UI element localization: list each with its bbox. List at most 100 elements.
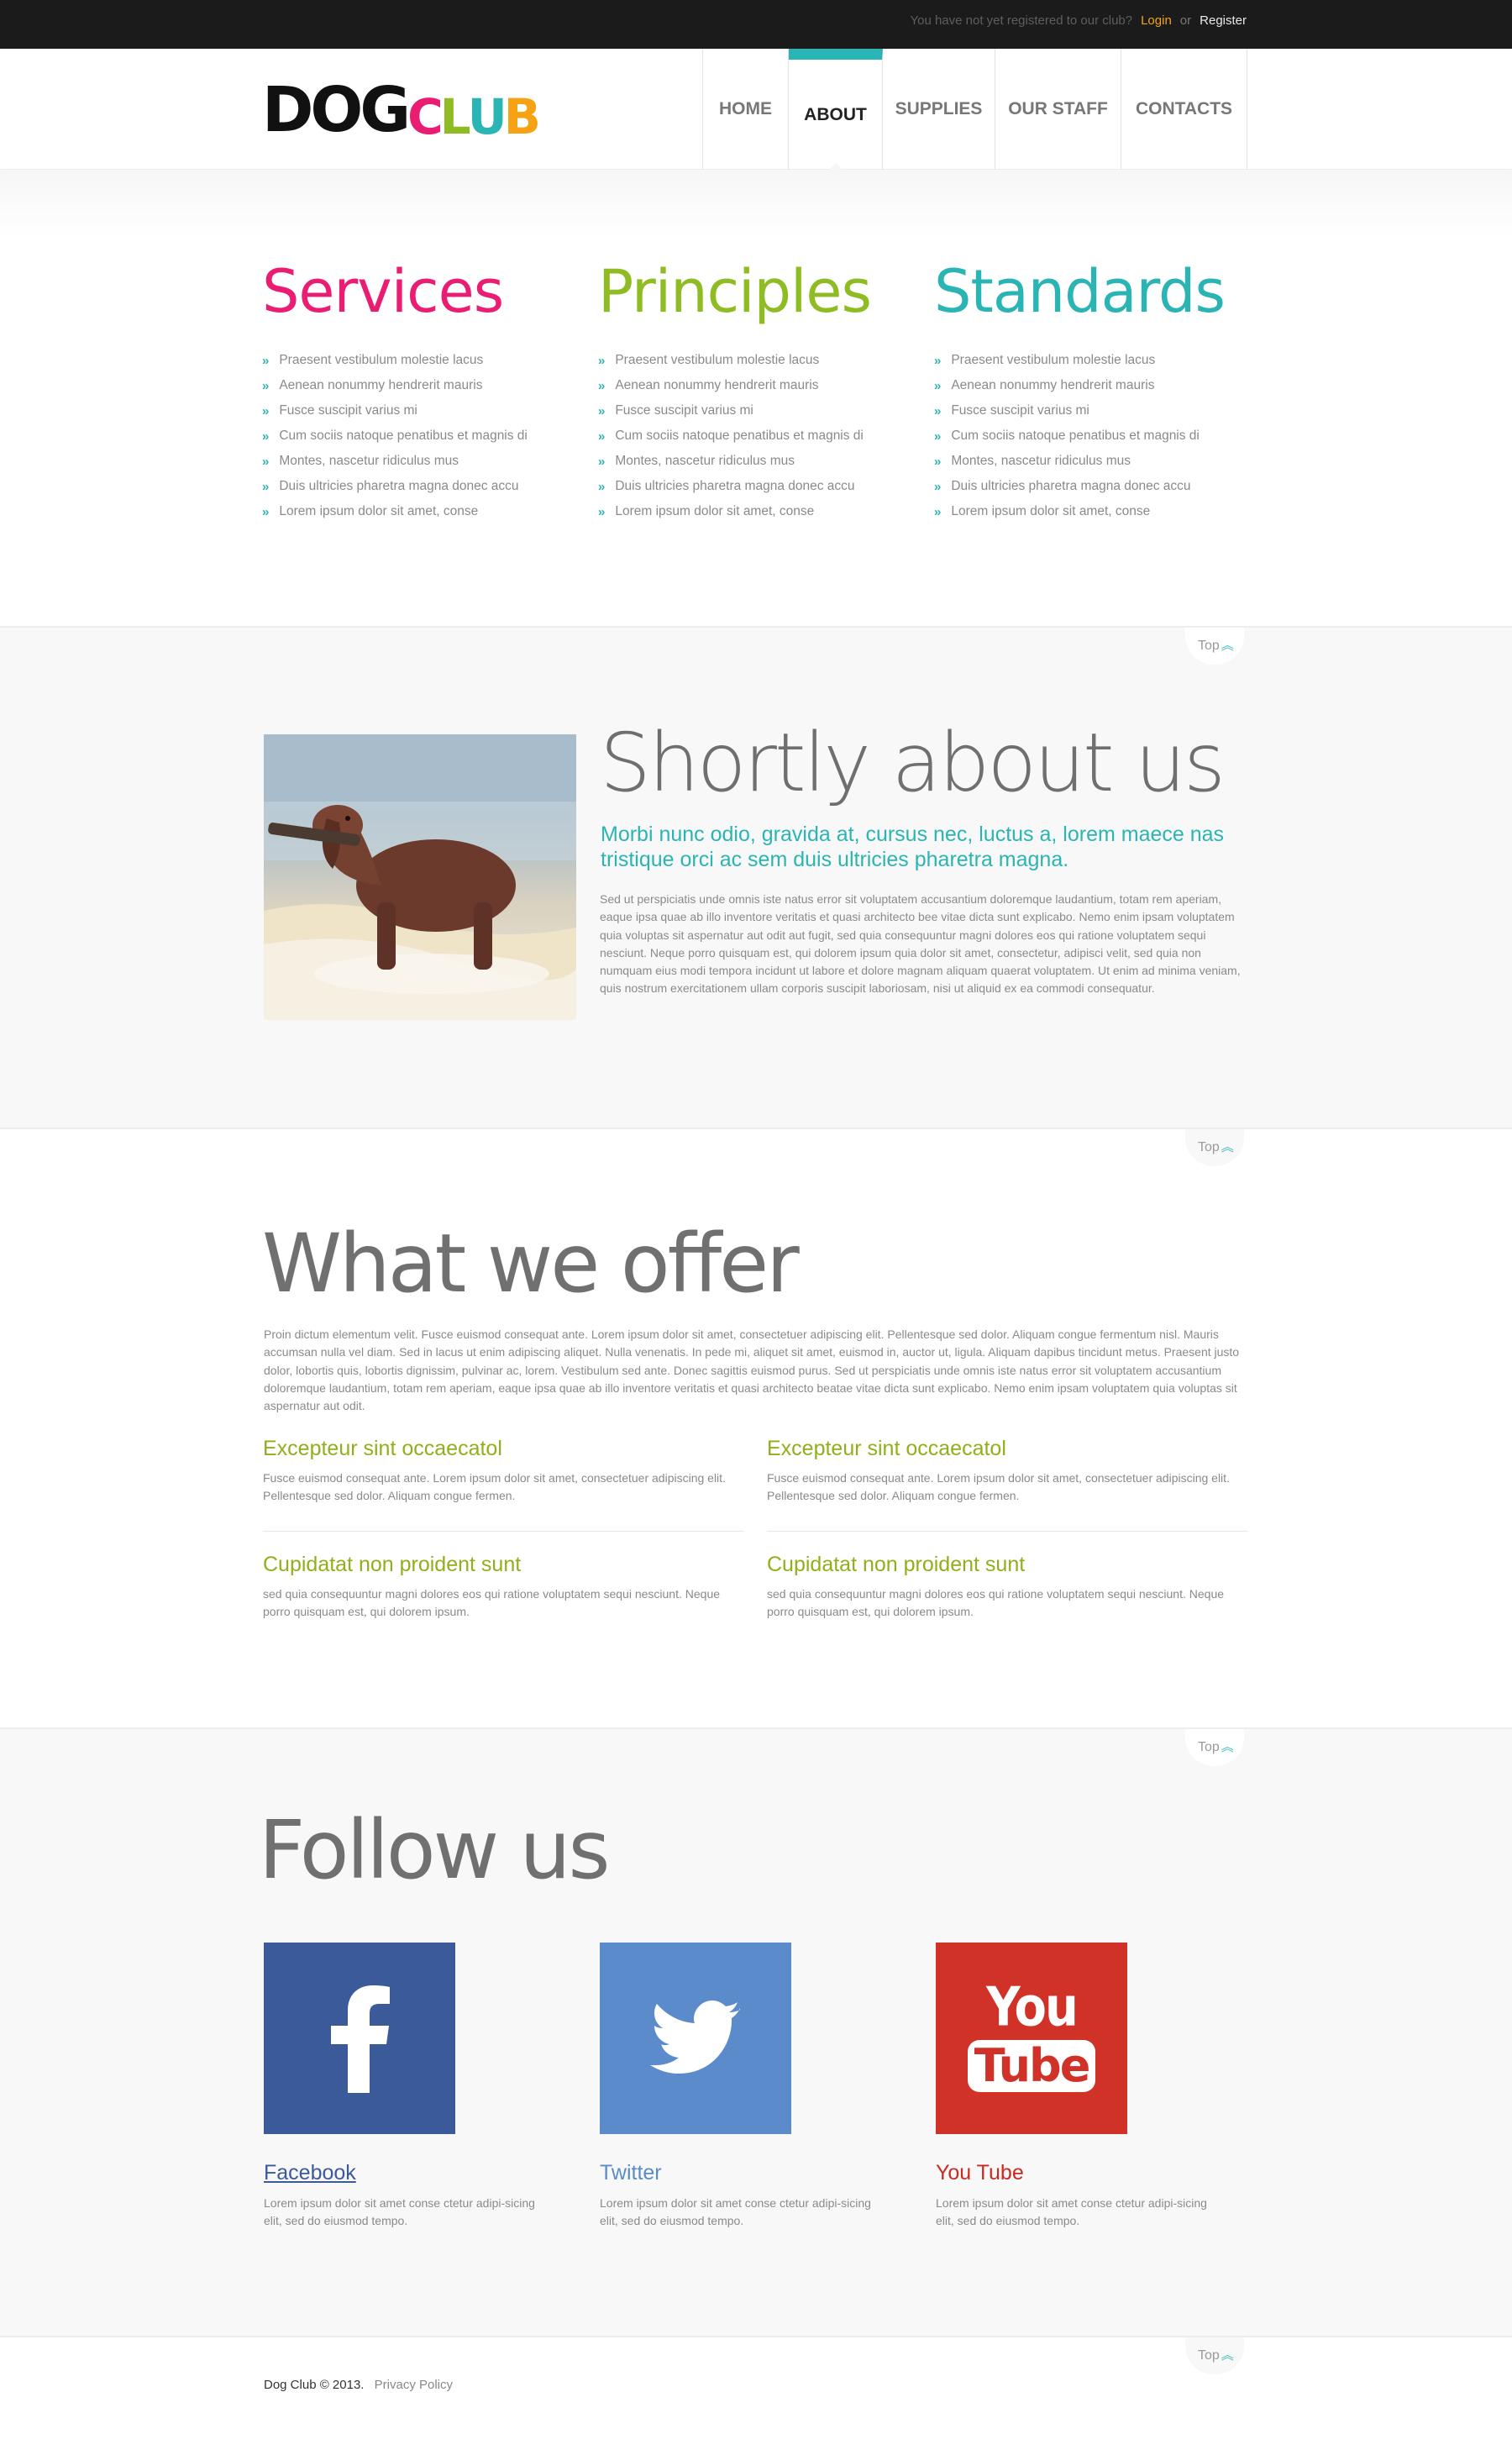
services-title: Services	[262, 257, 504, 326]
offer-body: Proin dictum elementum velit. Fusce euis…	[264, 1328, 1240, 1413]
list-item[interactable]: » Praesent vestibulum molestie lacus	[934, 348, 1236, 373]
list-item[interactable]: » Montes, nascetur ridiculus mus	[934, 449, 1236, 474]
double-chevron-right-icon: »	[262, 353, 270, 368]
double-chevron-right-icon: »	[598, 479, 606, 494]
nav-our-staff[interactable]: OUR STAFF	[995, 49, 1121, 170]
double-chevron-right-icon: »	[934, 378, 942, 393]
double-chevron-right-icon: »	[934, 403, 942, 418]
top-bar-auth: You have not yet registered to our club?…	[910, 13, 1247, 28]
site-header: DOG C L U B HOME ABOUT SUPPLIES OUR STAF…	[0, 49, 1512, 171]
services-list: » Praesent vestibulum molestie lacus » Aen…	[262, 348, 564, 524]
double-chevron-right-icon: »	[934, 353, 942, 368]
principles-column: Principles » Praesent vestibulum molestie…	[598, 262, 900, 524]
facebook-tile[interactable]	[264, 1943, 455, 2134]
list-item[interactable]: » Duis ultricies pharetra magna donec acc…	[934, 474, 1236, 499]
list-item[interactable]: » Aenean nonummy hendrerit mauris	[934, 373, 1236, 398]
list-item[interactable]: » Montes, nascetur ridiculus mus	[262, 449, 564, 474]
register-link[interactable]: Register	[1200, 13, 1247, 28]
youtube-you: You	[986, 1976, 1079, 2039]
list-item[interactable]: » Aenean nonummy hendrerit mauris	[262, 373, 564, 398]
principles-list: » Praesent vestibulum molestie lacus » Aen…	[598, 348, 900, 524]
or-separator: or	[1179, 13, 1192, 28]
logo-letter-l: L	[439, 88, 471, 145]
double-chevron-right-icon: »	[262, 403, 270, 418]
twitter-description: Lorem ipsum dolor sit amet conse ctetur …	[600, 2196, 871, 2228]
list-item[interactable]: » Praesent vestibulum molestie lacus	[598, 348, 900, 373]
list-item[interactable]: » Lorem ipsum dolor sit amet, conse	[598, 499, 900, 524]
facebook-icon	[331, 1985, 390, 2093]
list-item[interactable]: » Fusce suscipit varius mi	[598, 398, 900, 423]
youtube-icon: You Tube	[967, 1980, 1096, 2092]
site-logo[interactable]: DOG C L U B	[262, 79, 541, 145]
principles-title: Principles	[598, 257, 872, 326]
double-chevron-right-icon: »	[262, 479, 270, 494]
facebook-link[interactable]: Facebook	[264, 2161, 356, 2185]
feature-divider	[767, 1531, 1247, 1532]
list-item[interactable]: » Fusce suscipit varius mi	[262, 398, 564, 423]
logo-letter-c: C	[407, 88, 444, 145]
feature-title: Cupidatat non proident sunt	[263, 1553, 522, 1576]
nav-contacts[interactable]: CONTACTS	[1121, 49, 1247, 170]
offer-title: What we offer	[262, 1217, 800, 1311]
facebook-description: Lorem ipsum dolor sit amet conse ctetur …	[264, 2196, 535, 2228]
dog-photo	[264, 734, 576, 1020]
double-chevron-right-icon: »	[262, 378, 270, 393]
follow-title: Follow us	[259, 1803, 610, 1897]
list-item[interactable]: » Cum sociis natoque penatibus et magnis …	[262, 423, 564, 449]
login-link[interactable]: Login	[1141, 13, 1172, 28]
list-item[interactable]: » Cum sociis natoque penatibus et magnis …	[598, 423, 900, 449]
nav-about[interactable]: ABOUT	[789, 49, 883, 171]
privacy-policy-link[interactable]: Privacy Policy	[375, 2378, 453, 2392]
twitter-tile[interactable]	[600, 1943, 791, 2134]
feature-title: Cupidatat non proident sunt	[767, 1553, 1026, 1576]
footer-text: Dog Club © 2013. Privacy Policy	[264, 2378, 453, 2392]
feature-title: Excepteur sint occaecatol	[767, 1437, 1006, 1460]
standards-title: Standards	[934, 257, 1226, 326]
logo-letter-u: U	[467, 88, 507, 145]
services-column: Services » Praesent vestibulum molestie l…	[262, 262, 564, 524]
double-chevron-right-icon: »	[934, 504, 942, 519]
list-item[interactable]: » Duis ultricies pharetra magna donec acc…	[598, 474, 900, 499]
offer-feature: Excepteur sint occaecatol Fusce euismod …	[263, 1437, 743, 1506]
top-bar: You have not yet registered to our club?…	[0, 0, 1512, 49]
double-chevron-right-icon: »	[598, 428, 606, 444]
offer-feature: Cupidatat non proident sunt sed quia con…	[767, 1553, 1247, 1622]
feature-text: sed quia consequuntur magni dolores eos …	[263, 1587, 721, 1619]
double-chevron-right-icon: »	[934, 454, 942, 469]
list-item[interactable]: » Duis ultricies pharetra magna donec acc…	[262, 474, 564, 499]
about-title: Shortly about us	[600, 716, 1226, 810]
double-chevron-right-icon: »	[598, 403, 606, 418]
list-item[interactable]: » Fusce suscipit varius mi	[934, 398, 1236, 423]
double-chevron-right-icon: »	[598, 504, 606, 519]
feature-divider	[263, 1531, 743, 1532]
list-item[interactable]: » Lorem ipsum dolor sit amet, conse	[934, 499, 1236, 524]
feature-title: Excepteur sint occaecatol	[263, 1437, 502, 1460]
youtube-tile[interactable]: You Tube	[936, 1943, 1127, 2134]
double-chevron-right-icon: »	[598, 353, 606, 368]
list-item[interactable]: » Montes, nascetur ridiculus mus	[598, 449, 900, 474]
twitter-icon	[650, 2000, 740, 2074]
feature-text: Fusce euismod consequat ante. Lorem ipsu…	[767, 1471, 1230, 1503]
logo-letter-b: B	[503, 88, 541, 145]
list-item[interactable]: » Lorem ipsum dolor sit amet, conse	[262, 499, 564, 524]
main-nav: HOME ABOUT SUPPLIES OUR STAFF CONTACTS	[702, 49, 1247, 171]
about-lead: Morbi nunc odio, gravida at, cursus nec,…	[601, 823, 1225, 871]
youtube-description: Lorem ipsum dolor sit amet conse ctetur …	[936, 2196, 1207, 2228]
youtube-tube: Tube	[967, 2040, 1096, 2092]
nav-home[interactable]: HOME	[703, 49, 789, 170]
feature-text: sed quia consequuntur magni dolores eos …	[767, 1587, 1225, 1619]
nav-supplies[interactable]: SUPPLIES	[883, 49, 995, 170]
double-chevron-right-icon: »	[598, 454, 606, 469]
twitter-link[interactable]: Twitter	[600, 2161, 662, 2185]
double-chevron-up-icon: ︽	[1221, 1740, 1234, 1754]
site-footer	[0, 2336, 1512, 2450]
section-divider	[0, 1727, 1512, 1729]
list-item[interactable]: » Cum sociis natoque penatibus et magnis …	[934, 423, 1236, 449]
list-item[interactable]: » Praesent vestibulum molestie lacus	[262, 348, 564, 373]
section-divider	[0, 626, 1512, 628]
list-item[interactable]: » Aenean nonummy hendrerit mauris	[598, 373, 900, 398]
double-chevron-right-icon: »	[934, 479, 942, 494]
youtube-link[interactable]: You Tube	[936, 2161, 1024, 2185]
double-chevron-right-icon: »	[262, 428, 270, 444]
about-section	[0, 626, 1512, 1128]
